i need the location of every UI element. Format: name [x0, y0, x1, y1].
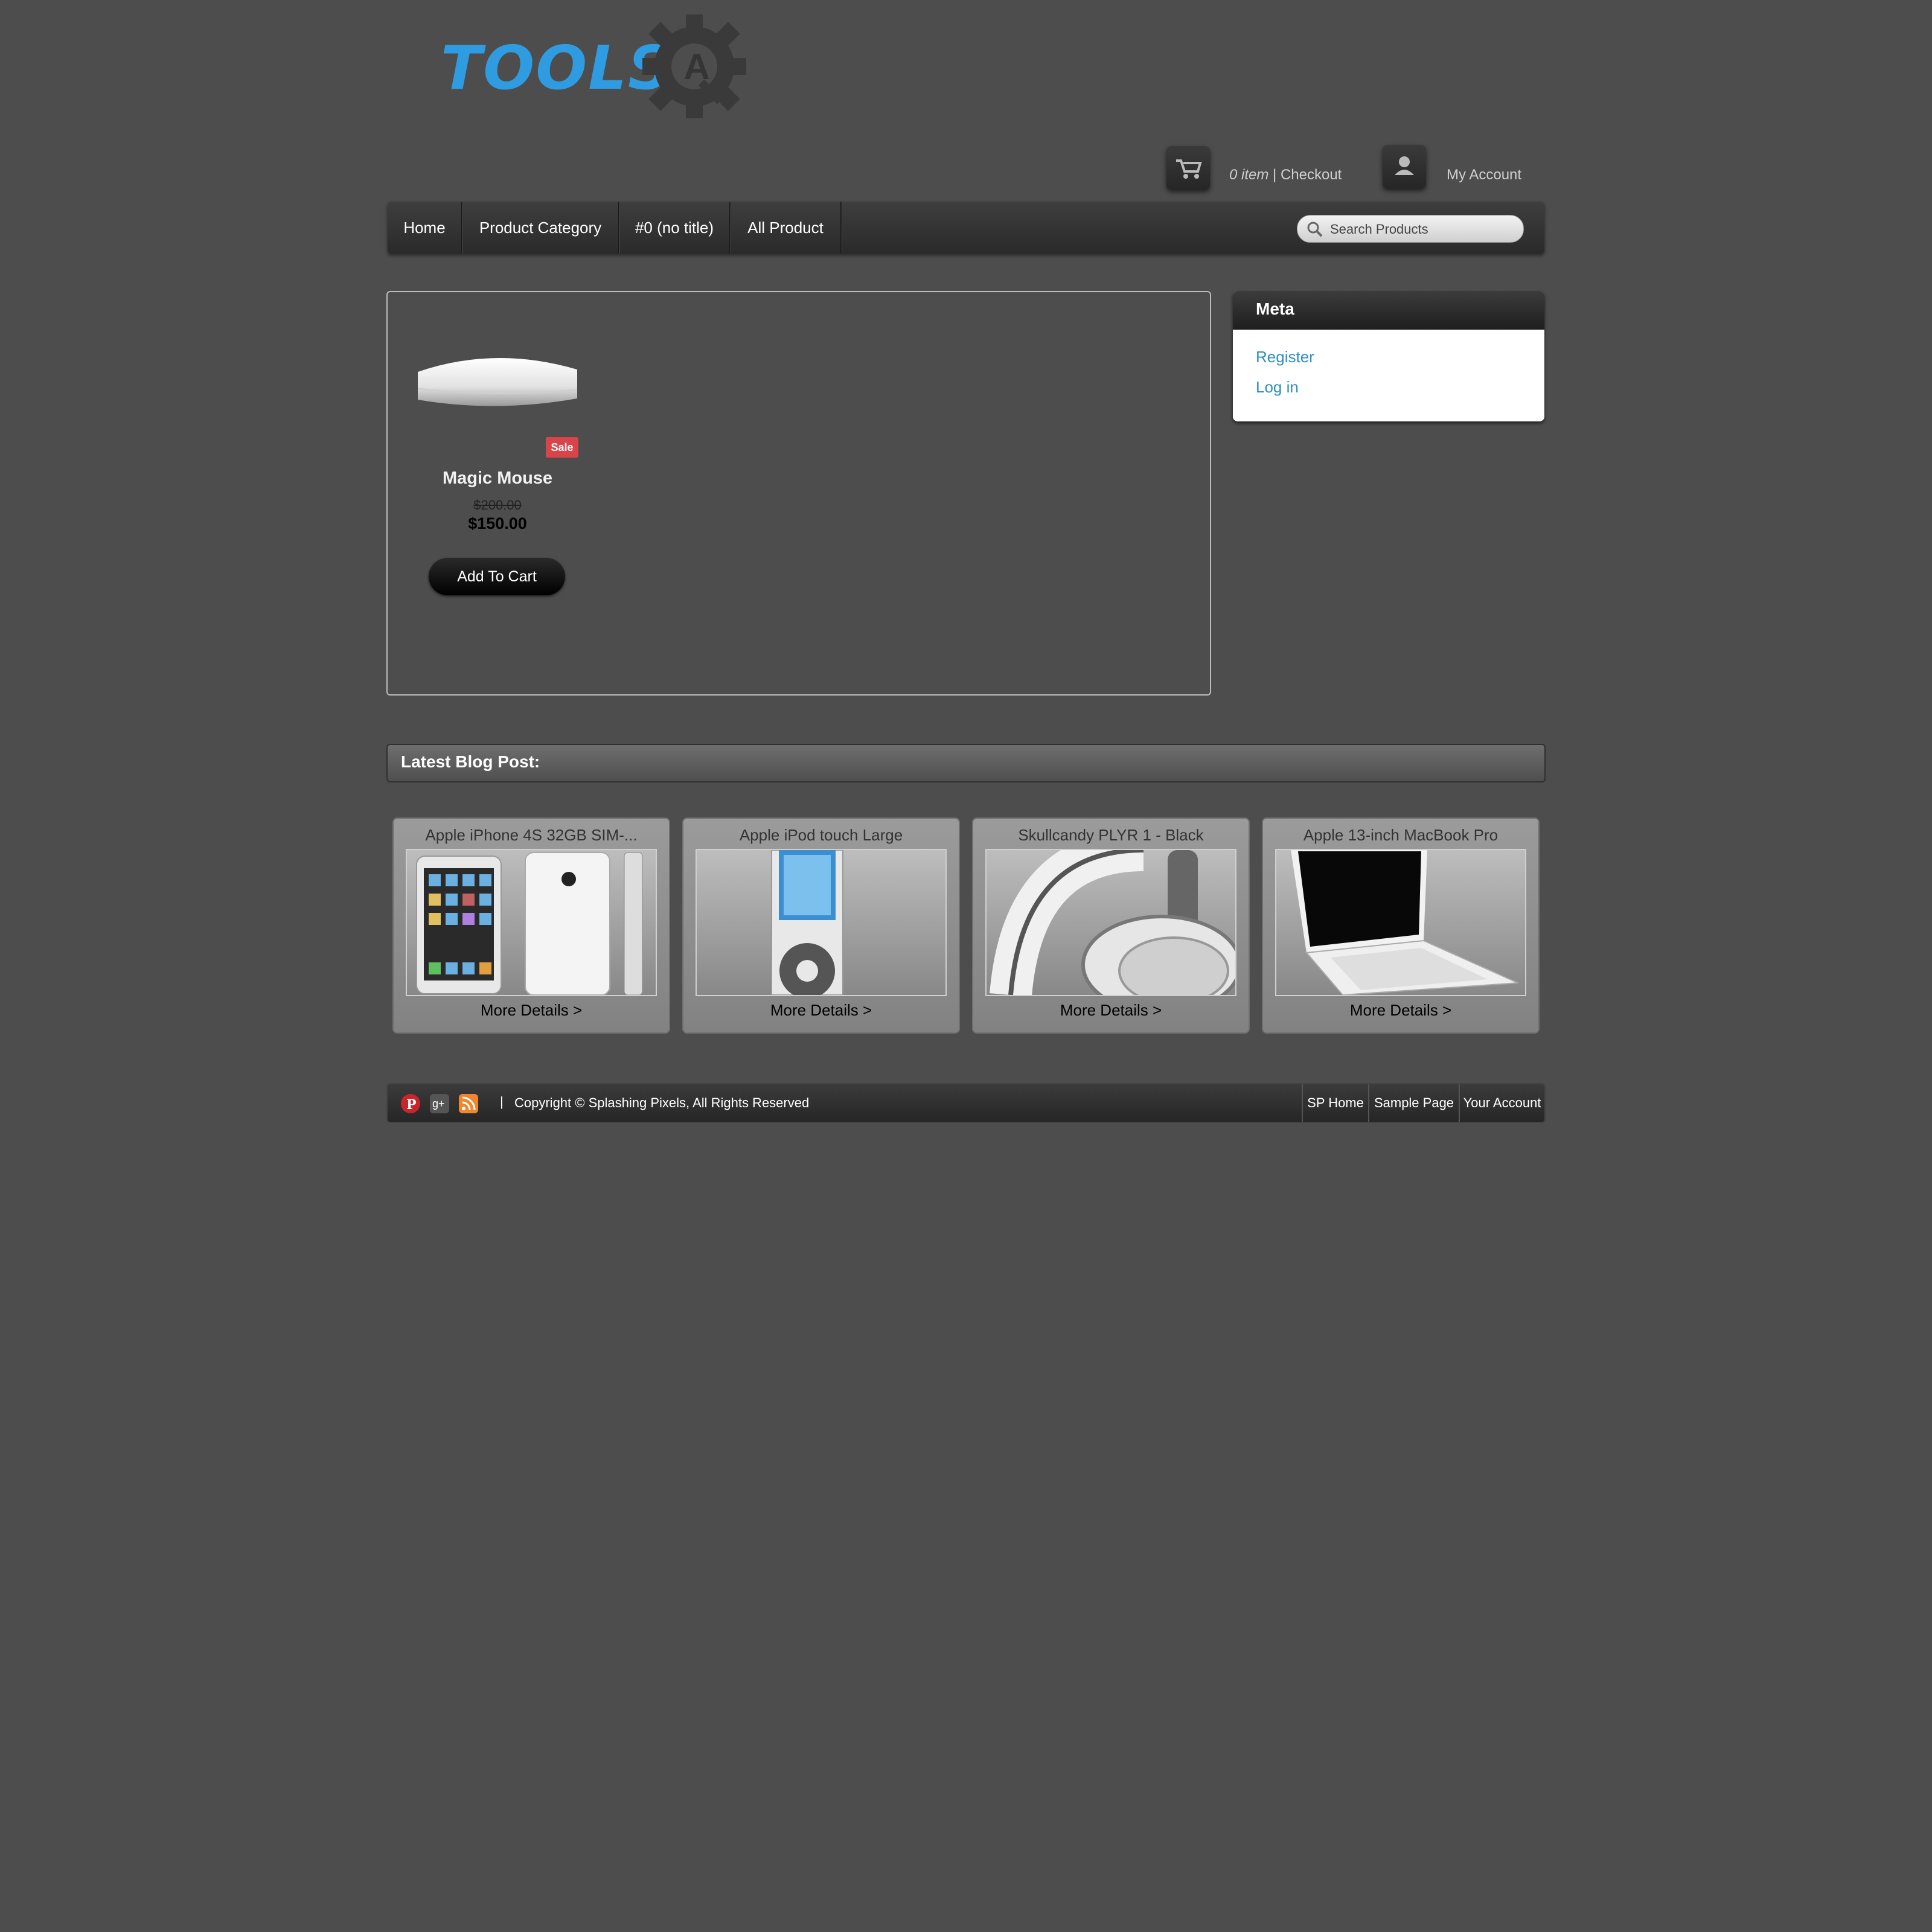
nav-item-product-category[interactable]: Product Category [462, 202, 619, 254]
blog-card[interactable]: Apple iPhone 4S 32GB SIM-... More Detail… [392, 817, 670, 1034]
ipod-image[interactable] [696, 849, 947, 996]
latest-blog-title: Latest Blog Post: [401, 752, 540, 771]
footer-link-sample-page[interactable]: Sample Page [1368, 1084, 1459, 1122]
more-details-link[interactable]: More Details > [973, 1001, 1249, 1020]
add-to-cart-button[interactable]: Add To Cart [429, 558, 565, 595]
more-details-link[interactable]: More Details > [683, 1001, 959, 1020]
footer: P g+ | Copyright © Splashing Pixels, All… [386, 1083, 1546, 1123]
nav-item-home[interactable]: Home [388, 202, 462, 254]
meta-widget-header: Meta [1233, 291, 1544, 330]
blog-card[interactable]: Skullcandy PLYR 1 - Black More Details > [972, 817, 1250, 1034]
sale-badge: Sale [546, 437, 578, 458]
blog-card-title[interactable]: Skullcandy PLYR 1 - Black [973, 826, 1249, 845]
google-plus-icon[interactable]: g+ [430, 1094, 449, 1113]
register-link[interactable]: Register [1256, 348, 1314, 366]
meta-widget: Meta Register Log in [1233, 291, 1544, 421]
blog-card[interactable]: Apple iPod touch Large More Details > [682, 817, 960, 1034]
blog-card-title[interactable]: Apple 13-inch MacBook Pro [1263, 826, 1538, 845]
footer-link-sp-home[interactable]: SP Home [1302, 1084, 1368, 1122]
nav-item-no-title[interactable]: #0 (no title) [619, 202, 731, 254]
blog-card-title[interactable]: Apple iPhone 4S 32GB SIM-... [394, 826, 669, 845]
cart-summary: 0 item | Checkout [1229, 167, 1342, 184]
more-details-link[interactable]: More Details > [1263, 1001, 1538, 1020]
search-input[interactable]: Search Products [1297, 215, 1524, 243]
headphones-illustration [990, 850, 1235, 995]
more-details-link[interactable]: More Details > [394, 1001, 669, 1020]
logo-letter: A [683, 46, 710, 87]
search-placeholder: Search Products [1330, 222, 1428, 237]
footer-copyright: Copyright © Splashing Pixels, All Rights… [514, 1095, 810, 1110]
macbook-illustration [1291, 850, 1518, 995]
meta-widget-title: Meta [1256, 299, 1294, 318]
footer-link-your-account[interactable]: Your Account [1459, 1084, 1544, 1122]
user-icon [1395, 156, 1414, 175]
rss-glyph [462, 1096, 476, 1110]
cart-count: 0 item [1229, 167, 1269, 183]
macbook-image[interactable] [1275, 849, 1526, 996]
site-logo[interactable]: TOOLS A [441, 11, 755, 126]
latest-blog-header: Latest Blog Post: [386, 744, 1546, 782]
shopping-cart-icon [1176, 159, 1202, 179]
product-image[interactable] [417, 350, 578, 417]
my-account-link[interactable]: My Account [1447, 167, 1521, 184]
cart-button[interactable] [1166, 146, 1210, 190]
headphones-image[interactable] [985, 849, 1236, 996]
ipod-illustration [771, 850, 843, 995]
nav-item-all-product[interactable]: All Product [731, 202, 842, 254]
blog-card-title[interactable]: Apple iPod touch Large [683, 826, 959, 845]
iphone-image[interactable] [406, 849, 657, 996]
rss-icon[interactable] [459, 1094, 478, 1113]
blog-card[interactable]: Apple 13-inch MacBook Pro More Details > [1262, 817, 1540, 1034]
iphone-illustration [416, 852, 643, 995]
cart-separator: | [1268, 167, 1281, 183]
checkout-link[interactable]: Checkout [1281, 167, 1342, 183]
search-icon [1307, 222, 1323, 237]
pinterest-icon[interactable]: P [401, 1094, 420, 1113]
account-button[interactable] [1383, 145, 1426, 188]
old-price: $200.00 [473, 497, 522, 513]
product-title[interactable]: Magic Mouse [417, 469, 578, 488]
sale-price: $150.00 [468, 514, 527, 533]
footer-separator: | [500, 1094, 504, 1109]
log-in-link[interactable]: Log in [1256, 378, 1299, 397]
